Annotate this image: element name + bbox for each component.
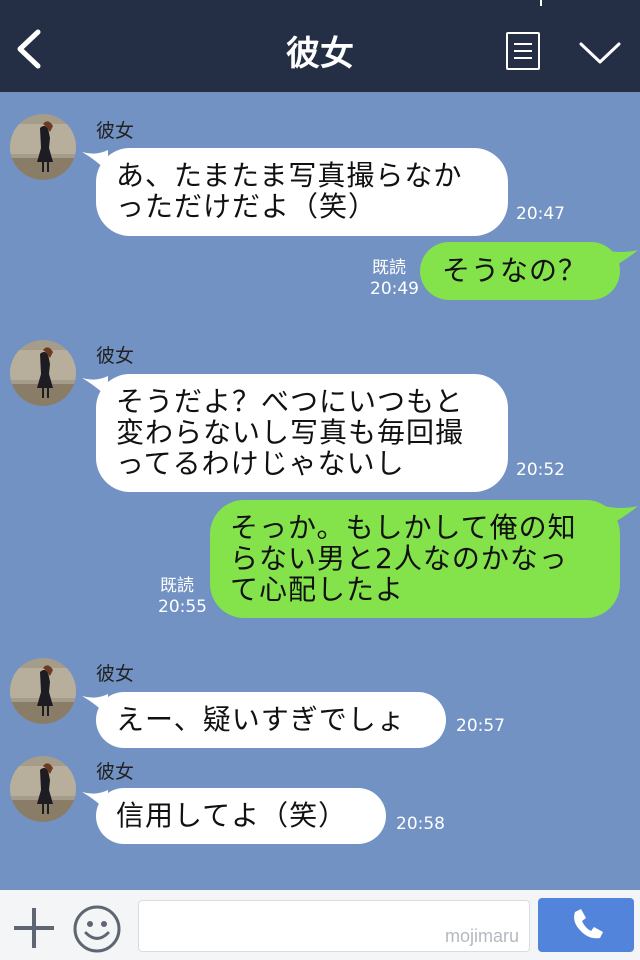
chat-header: 彼女 (0, 0, 640, 92)
read-receipt: 既読 (160, 576, 194, 596)
message-bubble: えー、疑いすぎでしょ (96, 692, 446, 748)
sender-name: 彼女 (96, 761, 135, 783)
watermark: mojimaru (444, 926, 519, 946)
sender-name: 彼女 (96, 663, 135, 685)
message-input[interactable]: mojimaru (138, 900, 530, 952)
message-time: 20:52 (516, 460, 565, 480)
call-button[interactable] (538, 898, 634, 952)
message-bubble: そうなの？ (420, 242, 620, 300)
message-bubble: そっか。もしかして俺の知 らない男と2人なのかなっ て心配したよ (210, 500, 620, 618)
avatar[interactable] (10, 340, 76, 406)
message-bubble: 信用してよ（笑） (96, 788, 386, 844)
status-mark (540, 0, 542, 6)
message-bubble: あ、たまたま写真撮らなか っただけだよ（笑） (96, 148, 508, 236)
emoji-smiley-icon[interactable] (72, 904, 122, 954)
message-time: 20:49 (370, 279, 419, 299)
add-plus-icon[interactable] (12, 906, 56, 950)
message-time: 20:55 (158, 597, 207, 617)
input-bar: mojimaru (0, 890, 640, 960)
message-time: 20:57 (456, 716, 505, 736)
sender-name: 彼女 (96, 120, 135, 142)
message-time: 20:47 (516, 204, 565, 224)
message-bubble: そうだよ？べつにいつもと 変わらないし写真も毎回撮 ってるわけじゃないし (96, 374, 508, 492)
bubble-tail (604, 250, 638, 270)
bubble-tail (604, 506, 638, 526)
collapse-chevron-down-icon[interactable] (578, 40, 622, 66)
avatar[interactable] (10, 756, 76, 822)
read-receipt: 既読 (372, 258, 406, 278)
menu-list-icon[interactable] (506, 32, 540, 70)
chat-title: 彼女 (286, 34, 354, 74)
avatar[interactable] (10, 658, 76, 724)
sender-name: 彼女 (96, 345, 135, 367)
avatar[interactable] (10, 114, 76, 180)
message-time: 20:58 (396, 814, 445, 834)
phone-icon (574, 909, 603, 939)
